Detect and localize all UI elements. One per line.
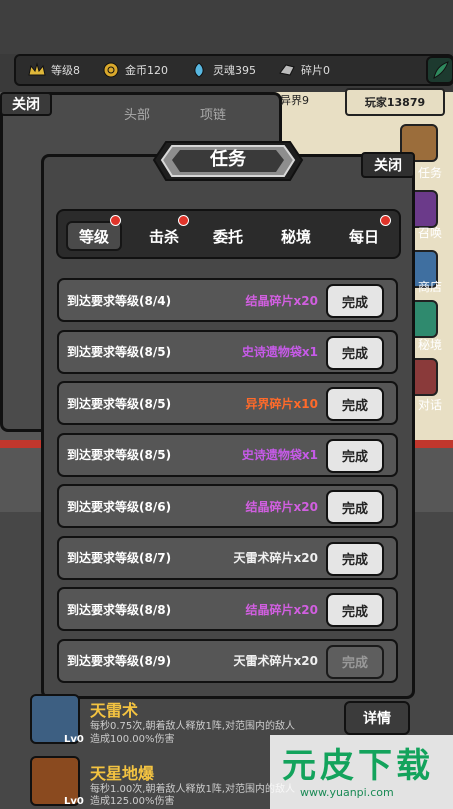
side-menu-task[interactable]: 任务 <box>418 158 453 186</box>
dialog-title: 任务 <box>210 149 246 170</box>
top-background <box>0 0 453 54</box>
quest-reward: 结晶碎片x20 <box>245 293 318 308</box>
tab-necklace[interactable]: 项链 <box>200 104 226 123</box>
resource-soul: 灵魂395 <box>190 61 256 79</box>
skill-level: Lv0 <box>64 734 84 745</box>
side-menu-summon[interactable]: 召唤 <box>418 218 453 246</box>
quest-label: 到达要求等级(8/6) <box>67 499 172 514</box>
complete-button[interactable]: 完成 <box>326 541 384 576</box>
skill-description: 造成125.00%伤害 <box>90 796 175 807</box>
complete-button[interactable]: 完成 <box>326 387 384 421</box>
equipment-close-button[interactable]: 关闭 <box>0 92 52 116</box>
world-label: 异界9 <box>280 94 309 107</box>
resource-fragment: 碎片0 <box>278 61 330 79</box>
crown-icon <box>28 61 46 79</box>
quest-row: 到达要求等级(8/6) 结晶碎片x20 完成 <box>57 484 398 528</box>
tab-level-notice-dot <box>110 215 121 226</box>
quest-reward: 异界碎片x10 <box>245 396 318 411</box>
soul-icon <box>190 61 208 79</box>
fragment-icon <box>278 61 296 79</box>
quest-row: 到达要求等级(8/4) 结晶碎片x20 完成 <box>57 278 398 322</box>
close-button[interactable]: 关闭 <box>361 152 415 178</box>
quest-row: 到达要求等级(8/5) 异界碎片x10 完成 <box>57 381 398 425</box>
tab-kill-notice-dot <box>178 215 189 226</box>
complete-button[interactable]: 完成 <box>326 490 384 524</box>
detail-button[interactable]: 详情 <box>344 701 410 735</box>
quest-label: 到达要求等级(8/9) <box>67 654 172 668</box>
quest-row: 到达要求等级(8/7) 天雷术碎片x20 完成 <box>57 535 398 580</box>
quest-row: 到达要求等级(8/8) 结晶碎片x20 完成 <box>57 587 398 631</box>
tab-secret-realm[interactable]: 秘境 <box>268 221 324 251</box>
complete-button[interactable]: 完成 <box>326 438 384 473</box>
tab-head[interactable]: 头部 <box>124 104 150 123</box>
complete-button[interactable]: 完成 <box>326 644 384 679</box>
skill-level: Lv0 <box>64 796 84 807</box>
quest-reward: 史诗遗物袋x1 <box>241 345 318 359</box>
quest-label: 到达要求等级(8/4) <box>67 293 172 308</box>
quest-reward: 结晶碎片x20 <box>245 602 318 617</box>
resource-gold: 金币120 <box>102 61 168 79</box>
quest-reward: 结晶碎片x20 <box>245 499 318 514</box>
player-name: 玩家13879 <box>345 88 445 116</box>
skill-description: 每秒0.75次,朝着敌人释放1阵,对范围内的敌人 <box>90 721 295 732</box>
quest-label: 到达要求等级(8/7) <box>67 551 172 565</box>
quest-label: 到达要求等级(8/8) <box>67 602 172 617</box>
side-menu-realm[interactable]: 秘境 <box>418 330 453 358</box>
tab-daily-notice-dot <box>380 215 391 226</box>
skill-name: 天星地爆 <box>90 764 155 783</box>
watermark-title: 元皮下载 <box>282 746 434 786</box>
tab-commission[interactable]: 委托 <box>200 221 256 251</box>
complete-button[interactable]: 完成 <box>326 335 384 370</box>
quest-label: 到达要求等级(8/5) <box>67 448 172 462</box>
resource-bar: 等级8 金币120 灵魂395 碎片0 <box>14 54 453 86</box>
feather-icon[interactable] <box>426 56 453 84</box>
coin-icon <box>102 61 120 79</box>
complete-button[interactable]: 完成 <box>326 284 384 318</box>
quest-tabs: 等级 击杀 委托 秘境 每日 <box>56 209 401 259</box>
watermark-url: www.yuanpi.com <box>300 786 394 799</box>
resource-level: 等级8 <box>28 61 80 79</box>
quest-row: 到达要求等级(8/5) 史诗遗物袋x1 完成 <box>57 329 398 374</box>
complete-button[interactable]: 完成 <box>326 593 384 627</box>
quest-row: 到达要求等级(8/5) 史诗遗物袋x1 完成 <box>57 432 398 477</box>
side-menu-shop[interactable]: 商店 <box>418 272 453 300</box>
quest-reward: 天雷术碎片x20 <box>233 654 318 668</box>
quest-row: 到达要求等级(8/9) 天雷术碎片x20 完成 <box>57 638 398 683</box>
quest-reward: 史诗遗物袋x1 <box>241 448 318 462</box>
quest-label: 到达要求等级(8/5) <box>67 345 172 359</box>
skill-name: 天雷术 <box>90 701 139 720</box>
quest-reward: 天雷术碎片x20 <box>233 551 318 565</box>
skill-description: 造成100.00%伤害 <box>90 734 175 745</box>
quest-label: 到达要求等级(8/5) <box>67 396 172 411</box>
side-menu-dialog[interactable]: 对话 <box>418 390 453 418</box>
